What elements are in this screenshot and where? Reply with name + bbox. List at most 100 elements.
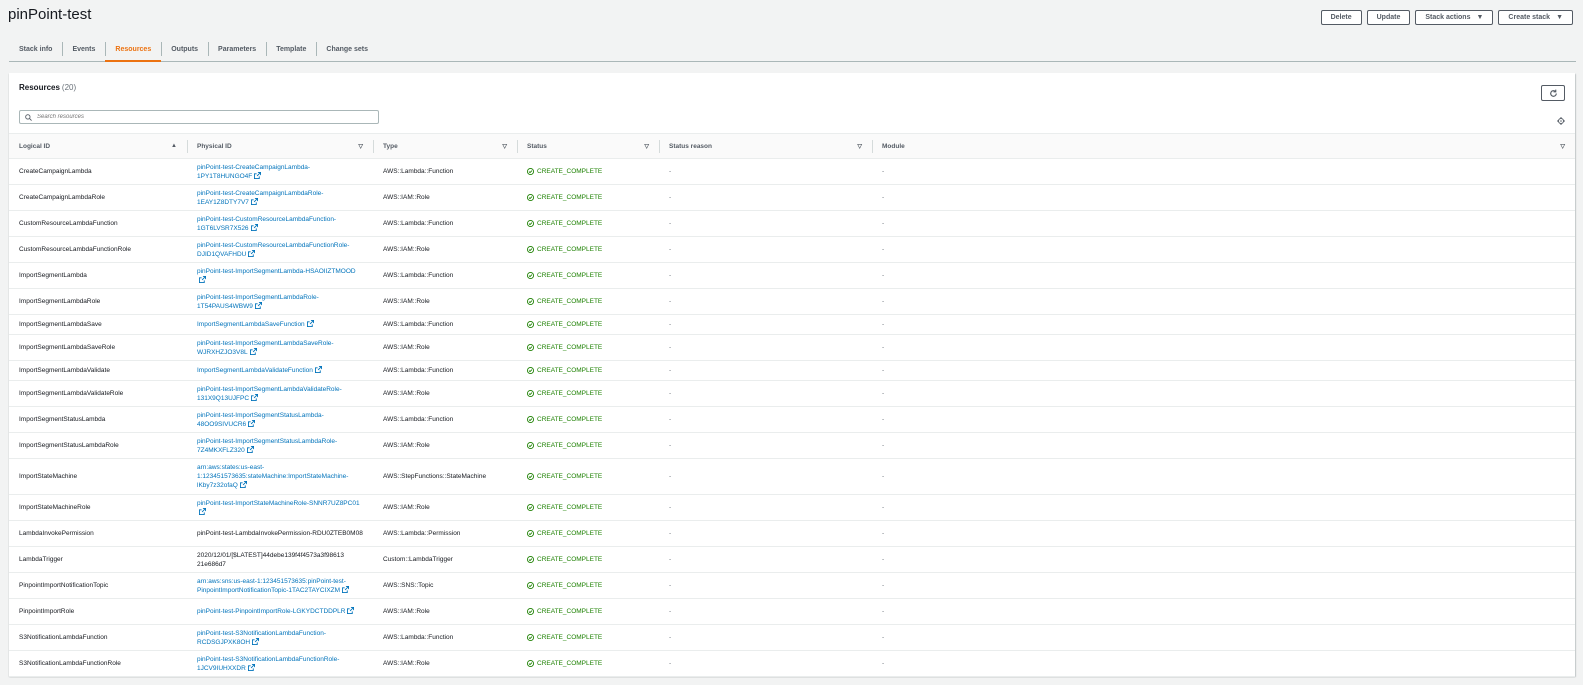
status-reason-cell: - — [659, 314, 872, 335]
module-cell: - — [872, 236, 1575, 263]
tab-stack-info[interactable]: Stack info — [9, 37, 62, 61]
physical-id-cell[interactable]: arn:aws:states:us-east-1:123451573635:st… — [187, 458, 373, 495]
module-cell: - — [872, 520, 1575, 547]
physical-id-cell[interactable]: ImportSegmentLambdaSaveFunction — [187, 314, 373, 335]
create-stack-button[interactable]: Create stack ▼ — [1498, 10, 1573, 25]
physical-id-cell[interactable]: pinPoint-test-PinpointImportRole-LGKYDCT… — [187, 598, 373, 625]
table-row: ImportSegmentStatusLambda pinPoint-test-I… — [9, 406, 1575, 433]
physical-id-cell[interactable]: pinPoint-test-ImportSegmentStatusLambda-… — [187, 406, 373, 433]
type-cell: AWS::IAM::Role — [373, 236, 517, 263]
column-module[interactable]: Module ▽ — [872, 133, 1575, 159]
sort-ascending-icon: ▲ — [171, 143, 177, 149]
status-text: CREATE_COMPLETE — [537, 194, 603, 201]
physical-id-cell[interactable]: ImportSegmentLambdaValidateFunction — [187, 360, 373, 381]
table-row: PinpointImportNotificationTopic arn:aws:s… — [9, 572, 1575, 599]
table-row: CreateCampaignLambda pinPoint-test-Create… — [9, 158, 1575, 185]
external-link-icon — [254, 301, 262, 309]
type-cell: AWS::IAM::Role — [373, 288, 517, 315]
module-cell: - — [872, 458, 1575, 495]
tab-template[interactable]: Template — [266, 37, 316, 61]
tab-bar: Stack info Events Resources Outputs Para… — [9, 37, 1576, 62]
refresh-button[interactable] — [1541, 85, 1565, 101]
module-cell: - — [872, 546, 1575, 573]
update-button[interactable]: Update — [1366, 10, 1411, 25]
success-icon — [527, 634, 534, 641]
stack-actions-button[interactable]: Stack actions ▼ — [1415, 10, 1494, 25]
success-icon — [527, 272, 534, 279]
status-text: CREATE_COMPLETE — [537, 634, 603, 641]
status-badge: CREATE_COMPLETE — [527, 245, 649, 254]
physical-id-cell[interactable]: pinPoint-test-ImportSegmentStatusLambdaR… — [187, 432, 373, 459]
preferences-button[interactable] — [1557, 112, 1565, 130]
column-label: Status reason — [669, 142, 712, 150]
column-label: Physical ID — [197, 142, 232, 150]
physical-id-cell[interactable]: pinPoint-test-ImportStateMachineRole-SNN… — [187, 494, 373, 521]
search-box — [19, 110, 379, 124]
status-cell: CREATE_COMPLETE — [517, 380, 659, 407]
logical-id-cell: ImportStateMachine — [9, 458, 187, 495]
physical-id-cell[interactable]: pinPoint-test-ImportSegmentLambdaSaveRol… — [187, 334, 373, 361]
physical-id-cell[interactable]: pinPoint-test-ImportSegmentLambdaRole-1T… — [187, 288, 373, 315]
success-icon — [527, 220, 534, 227]
physical-id-text: pinPoint-test-PinpointImportRole-LGKYDCT… — [197, 608, 346, 615]
physical-id-text: pinPoint-test-ImportSegmentLambda-HSAOII… — [197, 267, 356, 275]
module-cell: - — [872, 494, 1575, 521]
resources-table: Logical ID ▲ Physical ID ▽ Type ▽ Status ▽ S… — [9, 133, 1575, 677]
status-badge: CREATE_COMPLETE — [527, 503, 649, 512]
logical-id-cell: ImportSegmentStatusLambda — [9, 406, 187, 433]
header-actions: Delete Update Stack actions ▼ Create stac… — [1320, 10, 1573, 25]
tab-outputs[interactable]: Outputs — [161, 37, 208, 61]
success-icon — [527, 416, 534, 423]
column-physical-id[interactable]: Physical ID ▽ — [187, 133, 373, 159]
status-badge: CREATE_COMPLETE — [527, 343, 649, 352]
logical-id-cell: S3NotificationLambdaFunctionRole — [9, 650, 187, 677]
resources-count: (20) — [61, 83, 77, 92]
status-reason-cell: - — [659, 598, 872, 625]
success-icon — [527, 246, 534, 253]
column-status-reason[interactable]: Status reason ▽ — [659, 133, 872, 159]
tab-change-sets[interactable]: Change sets — [316, 37, 378, 61]
success-icon — [527, 168, 534, 175]
physical-id-cell[interactable]: pinPoint-test-S3NotificationLambdaFuncti… — [187, 650, 373, 677]
module-cell: - — [872, 432, 1575, 459]
physical-id-cell[interactable]: pinPoint-test-CustomResourceLambdaFuncti… — [187, 210, 373, 237]
refresh-icon — [1549, 89, 1557, 97]
tab-parameters[interactable]: Parameters — [208, 37, 266, 61]
module-cell: - — [872, 406, 1575, 433]
table-row: ImportStateMachine arn:aws:states:us-east… — [9, 458, 1575, 495]
physical-id-cell[interactable]: pinPoint-test-S3NotificationLambdaFuncti… — [187, 624, 373, 651]
status-cell: CREATE_COMPLETE — [517, 262, 659, 289]
column-logical-id[interactable]: Logical ID ▲ — [9, 133, 187, 159]
sort-icon: ▽ — [644, 143, 649, 150]
physical-id-cell[interactable]: pinPoint-test-CreateCampaignLambda-1PY1T… — [187, 158, 373, 185]
physical-id-cell[interactable]: pinPoint-test-CreateCampaignLambdaRole-1… — [187, 184, 373, 211]
physical-id-cell[interactable]: pinPoint-test-ImportSegmentLambda-HSAOII… — [187, 262, 373, 289]
physical-id-cell[interactable]: pinPoint-test-CustomResourceLambdaFuncti… — [187, 236, 373, 263]
logical-id-cell: ImportSegmentLambdaSave — [9, 314, 187, 335]
tab-resources[interactable]: Resources — [105, 37, 162, 62]
physical-id-text: ImportSegmentLambdaSaveFunction — [197, 321, 305, 328]
type-cell: AWS::StepFunctions::StateMachine — [373, 458, 517, 495]
physical-id-text: pinPoint-test-S3NotificationLambdaFuncti… — [197, 629, 326, 646]
status-badge: CREATE_COMPLETE — [527, 219, 649, 228]
column-status[interactable]: Status ▽ — [517, 133, 659, 159]
physical-id-text: ImportSegmentLambdaValidateFunction — [197, 367, 313, 374]
module-cell: - — [872, 314, 1575, 335]
delete-button[interactable]: Delete — [1320, 10, 1362, 25]
logical-id-cell: ImportSegmentLambdaSaveRole — [9, 334, 187, 361]
physical-id-cell[interactable]: arn:aws:sns:us-east-1:123451573635:pinPo… — [187, 572, 373, 599]
status-reason-cell: - — [659, 210, 872, 237]
success-icon — [527, 390, 534, 397]
status-badge: CREATE_COMPLETE — [527, 297, 649, 306]
status-cell: CREATE_COMPLETE — [517, 210, 659, 237]
tab-events[interactable]: Events — [62, 37, 105, 61]
module-cell: - — [872, 334, 1575, 361]
physical-id-cell[interactable]: pinPoint-test-ImportSegmentLambdaValidat… — [187, 380, 373, 407]
status-cell: CREATE_COMPLETE — [517, 546, 659, 573]
logical-id-cell: CreateCampaignLambda — [9, 158, 187, 185]
status-text: CREATE_COMPLETE — [537, 246, 603, 253]
column-type[interactable]: Type ▽ — [373, 133, 517, 159]
sort-icon: ▽ — [502, 143, 507, 150]
physical-id-text: pinPoint-test-CustomResourceLambdaFuncti… — [197, 215, 337, 232]
search-input[interactable] — [37, 114, 367, 120]
